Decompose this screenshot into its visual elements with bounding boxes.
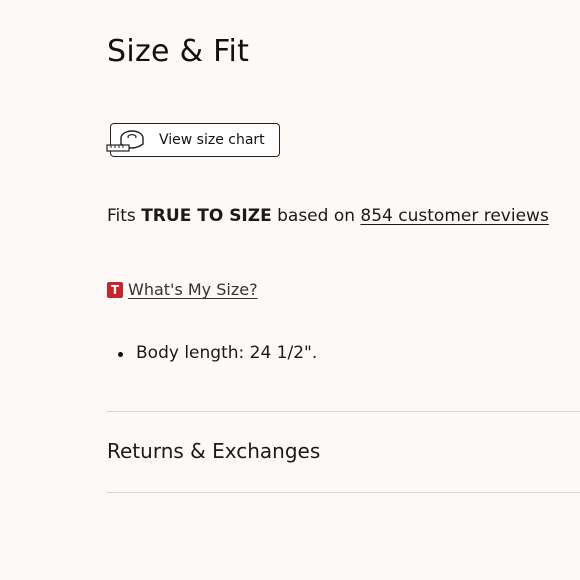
section-title: Size & Fit [107,34,250,69]
fit-prefix: Fits [107,206,136,226]
whats-my-size: T What's My Size? [107,280,258,299]
view-size-chart-label: View size chart [159,132,265,148]
returns-exchanges-accordion[interactable]: Returns & Exchanges [107,439,320,463]
spec-list: Body length: 24 1/2". [118,343,317,363]
tape-measure-icon [106,130,144,152]
bullet-icon [118,352,123,357]
true-fit-logo-icon: T [107,281,123,298]
fit-middle: based on [277,206,356,226]
fit-rating: TRUE TO SIZE [141,206,272,226]
whats-my-size-link[interactable]: What's My Size? [128,280,258,299]
spec-text: Body length: 24 1/2". [136,343,318,363]
divider [107,411,580,412]
list-item: Body length: 24 1/2". [118,343,317,363]
customer-reviews-link[interactable]: 854 customer reviews [360,206,548,226]
view-size-chart-button[interactable]: View size chart [106,123,280,157]
fit-summary: Fits TRUE TO SIZE based on 854 customer … [107,206,549,226]
size-fit-panel: Size & Fit View size chart Fits TRUE TO … [0,0,580,580]
divider [107,492,580,493]
